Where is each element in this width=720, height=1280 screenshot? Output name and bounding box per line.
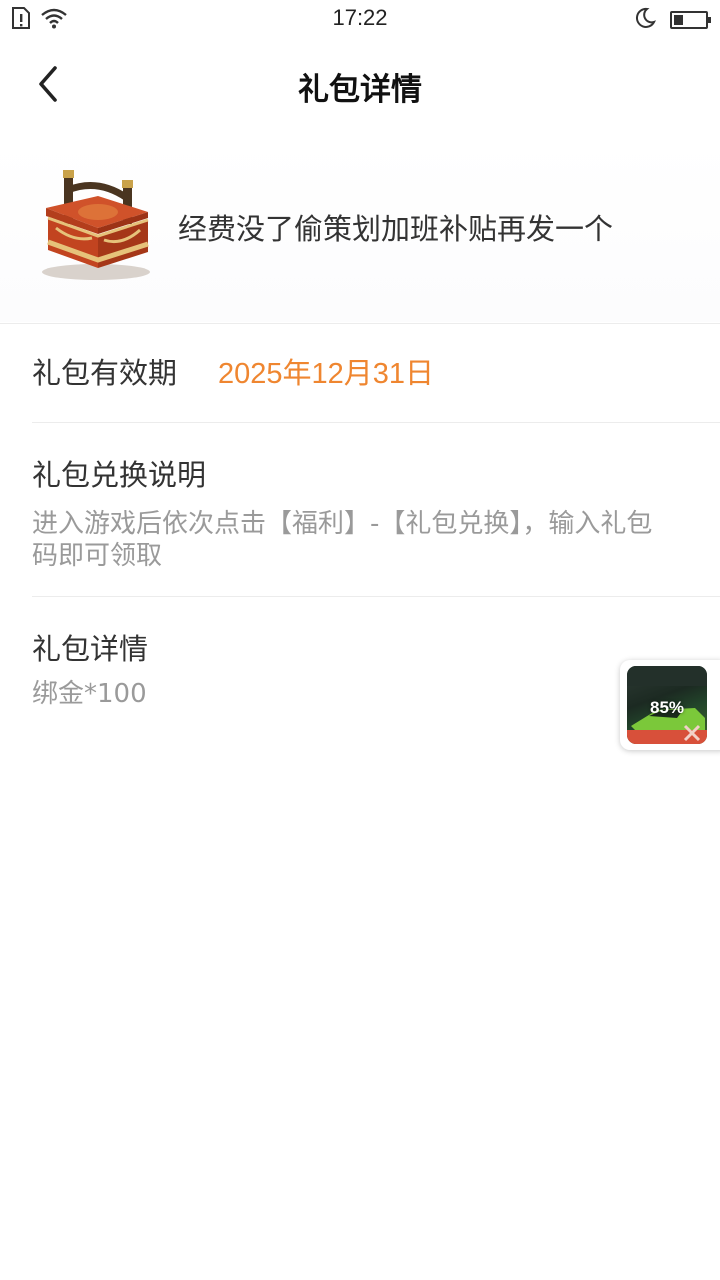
redeem-section: 礼包兑换说明 进入游戏后依次点击【福利】-【礼包兑换】，输入礼包码即可领取 [32, 452, 672, 572]
status-bar: 17:22 [0, 0, 720, 40]
download-progress-text: 85% [649, 698, 685, 717]
moon-icon [634, 7, 656, 33]
nav-bar: 礼包详情 [0, 40, 720, 130]
floating-download-widget[interactable]: 85% [620, 660, 720, 750]
battery-level [674, 15, 683, 25]
details-title: 礼包详情 [32, 632, 149, 666]
divider [32, 596, 720, 597]
divider [32, 422, 720, 423]
validity-row: 礼包有效期 2025年12月31日 [32, 350, 692, 400]
battery-icon [670, 11, 711, 29]
gift-name: 经费没了偷策划加班补贴再发一个 [178, 212, 614, 246]
treasure-chest-icon [34, 168, 158, 284]
validity-label: 礼包有效期 [32, 356, 178, 390]
details-section: 礼包详情 绑金*100 [32, 626, 672, 710]
racing-game-icon: 85% [627, 666, 707, 744]
page-title: 礼包详情 [298, 72, 422, 108]
status-right-icons [634, 7, 711, 33]
redeem-title: 礼包兑换说明 [32, 458, 207, 492]
details-content: 绑金*100 [32, 679, 147, 709]
validity-value: 2025年12月31日 [218, 358, 435, 390]
gift-header: 经费没了偷策划加班补贴再发一个 [0, 140, 720, 322]
divider [0, 323, 720, 324]
status-time: 17:22 [332, 5, 388, 30]
redeem-description: 进入游戏后依次点击【福利】-【礼包兑换】，输入礼包码即可领取 [32, 509, 653, 571]
